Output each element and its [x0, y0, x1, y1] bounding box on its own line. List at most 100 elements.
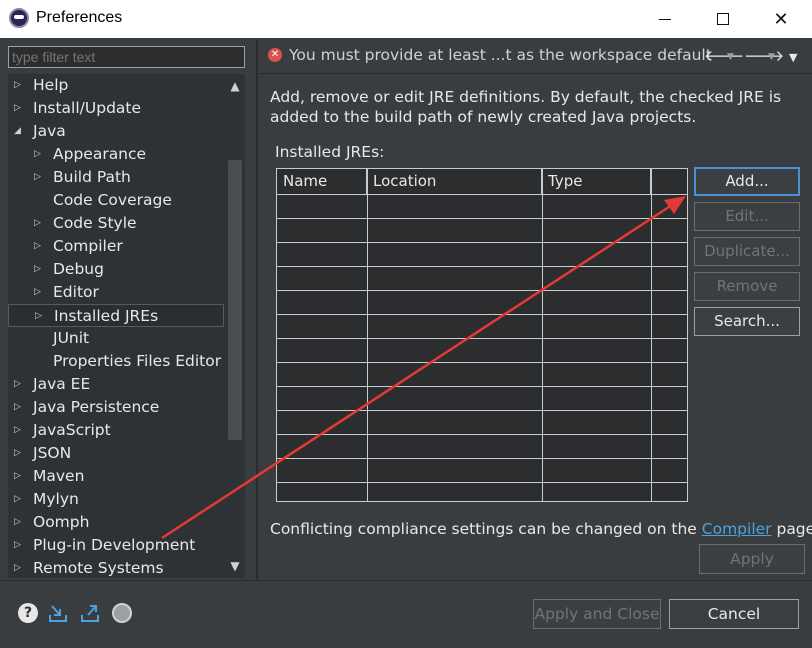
- tree-item[interactable]: ◢ Java: [8, 120, 224, 143]
- close-button[interactable]: ✕: [752, 0, 810, 38]
- collapsed-twisty-icon[interactable]: ▷: [14, 442, 26, 464]
- jre-table[interactable]: Name Location Type: [276, 168, 688, 502]
- tree-scrollbar[interactable]: ▲ ▼: [225, 74, 245, 578]
- tree-item[interactable]: Properties Files Editor: [8, 350, 224, 373]
- tree-item-label: Editor: [53, 283, 99, 301]
- pane-divider[interactable]: [256, 40, 258, 580]
- scroll-thumb[interactable]: [228, 160, 242, 440]
- back-dropdown-icon[interactable]: ▼: [727, 52, 734, 62]
- collapsed-twisty-icon[interactable]: ▷: [14, 396, 26, 418]
- table-row[interactable]: [277, 315, 687, 339]
- collapsed-twisty-icon[interactable]: ▷: [34, 281, 46, 303]
- tree-item[interactable]: Code Coverage: [8, 189, 224, 212]
- table-row[interactable]: [277, 267, 687, 291]
- tree-item-label: Plug-in Development: [33, 536, 196, 554]
- tree-item[interactable]: ▷ Editor: [8, 281, 224, 304]
- collapsed-twisty-icon[interactable]: ▷: [14, 419, 26, 441]
- tree-item[interactable]: ▷ JSON: [8, 442, 224, 465]
- tree-item-label: JUnit: [53, 329, 90, 347]
- tree-item[interactable]: ▷ Plug-in Development: [8, 534, 224, 557]
- help-icon[interactable]: ?: [18, 603, 38, 623]
- forward-dropdown-icon[interactable]: ▼: [768, 52, 775, 62]
- tree-item[interactable]: ▷ JavaScript: [8, 419, 224, 442]
- add-button[interactable]: Add...: [694, 167, 800, 196]
- tree-item[interactable]: ▷ Code Style: [8, 212, 224, 235]
- table-row[interactable]: [277, 435, 687, 459]
- collapsed-twisty-icon[interactable]: ▷: [14, 511, 26, 533]
- close-icon: ✕: [773, 8, 789, 30]
- column-header-extra: [651, 169, 687, 195]
- scroll-down-icon[interactable]: ▼: [225, 556, 245, 576]
- tree-item[interactable]: ▷ Mylyn: [8, 488, 224, 511]
- table-row[interactable]: [277, 291, 687, 315]
- tree-item-label: Help: [33, 76, 69, 94]
- collapsed-twisty-icon[interactable]: ▷: [14, 488, 26, 510]
- tree-item[interactable]: ▷ Java EE: [8, 373, 224, 396]
- column-header-name[interactable]: Name: [277, 169, 367, 195]
- collapsed-twisty-icon[interactable]: ▷: [14, 557, 26, 578]
- table-row[interactable]: [277, 219, 687, 243]
- expanded-twisty-icon[interactable]: ◢: [14, 120, 26, 142]
- table-row[interactable]: [277, 483, 687, 501]
- table-row[interactable]: [277, 411, 687, 435]
- tree-item[interactable]: ▷ Java Persistence: [8, 396, 224, 419]
- table-row[interactable]: [277, 339, 687, 363]
- tree-item-label: Build Path: [53, 168, 131, 186]
- tree-item[interactable]: ▷ Debug: [8, 258, 224, 281]
- tree-item[interactable]: ▷ Maven: [8, 465, 224, 488]
- cancel-button[interactable]: Cancel: [669, 599, 799, 629]
- eclipse-app-icon: [9, 8, 29, 28]
- tree-item[interactable]: ▷ Remote Systems: [8, 557, 224, 578]
- view-menu-icon[interactable]: ▼: [789, 51, 797, 64]
- tree-item-label: Maven: [33, 467, 85, 485]
- edit-button[interactable]: Edit...: [694, 202, 800, 231]
- tree-item[interactable]: ▷ Install/Update: [8, 97, 224, 120]
- tree-item[interactable]: ▷ Oomph: [8, 511, 224, 534]
- tree-item[interactable]: ▷ Build Path: [8, 166, 224, 189]
- bottom-divider: [0, 580, 812, 581]
- compiler-link[interactable]: Compiler: [702, 520, 772, 538]
- collapsed-twisty-icon[interactable]: ▷: [14, 534, 26, 556]
- compliance-text: Conflicting compliance settings can be c…: [270, 520, 812, 538]
- collapsed-twisty-icon[interactable]: ▷: [14, 97, 26, 119]
- tree-item[interactable]: ▷ Compiler: [8, 235, 224, 258]
- back-arrow-icon[interactable]: 🡐: [704, 46, 744, 65]
- table-row[interactable]: [277, 387, 687, 411]
- compliance-prefix: Conflicting compliance settings can be c…: [270, 520, 702, 538]
- scroll-up-icon[interactable]: ▲: [225, 76, 245, 96]
- apply-and-close-button[interactable]: Apply and Close: [533, 599, 661, 629]
- table-row[interactable]: [277, 459, 687, 483]
- collapsed-twisty-icon[interactable]: ▷: [34, 235, 46, 257]
- collapsed-twisty-icon[interactable]: ▷: [34, 212, 46, 234]
- tree-item-label: Appearance: [53, 145, 147, 163]
- collapsed-twisty-icon[interactable]: ▷: [34, 166, 46, 188]
- import-icon[interactable]: [48, 603, 68, 623]
- collapsed-twisty-icon[interactable]: ▷: [14, 465, 26, 487]
- remove-button[interactable]: Remove: [694, 272, 800, 301]
- collapsed-twisty-icon[interactable]: ▷: [35, 305, 47, 327]
- tree-item[interactable]: JUnit: [8, 327, 224, 350]
- filter-input[interactable]: [8, 46, 245, 68]
- page-description: Add, remove or edit JRE definitions. By …: [270, 88, 782, 126]
- tree-item-label: Installed JREs: [54, 307, 159, 325]
- oomph-record-icon[interactable]: [112, 603, 132, 623]
- tree-item[interactable]: ▷ Help: [8, 74, 224, 97]
- collapsed-twisty-icon[interactable]: ▷: [14, 74, 26, 96]
- maximize-button[interactable]: [694, 0, 752, 38]
- apply-button[interactable]: Apply: [699, 544, 805, 574]
- column-header-type[interactable]: Type: [542, 169, 651, 195]
- search-button[interactable]: Search...: [694, 307, 800, 336]
- column-header-location[interactable]: Location: [367, 169, 542, 195]
- table-row[interactable]: [277, 363, 687, 387]
- forward-arrow-icon[interactable]: 🡒: [744, 46, 784, 65]
- table-row[interactable]: [277, 243, 687, 267]
- collapsed-twisty-icon[interactable]: ▷: [34, 143, 46, 165]
- collapsed-twisty-icon[interactable]: ▷: [14, 373, 26, 395]
- collapsed-twisty-icon[interactable]: ▷: [34, 258, 46, 280]
- table-row[interactable]: [277, 195, 687, 219]
- export-icon[interactable]: [80, 603, 100, 623]
- tree-item[interactable]: ▷ Appearance: [8, 143, 224, 166]
- tree-item[interactable]: ▷ Installed JREs: [8, 304, 224, 327]
- minimize-button[interactable]: [636, 0, 694, 38]
- duplicate-button[interactable]: Duplicate...: [694, 237, 800, 266]
